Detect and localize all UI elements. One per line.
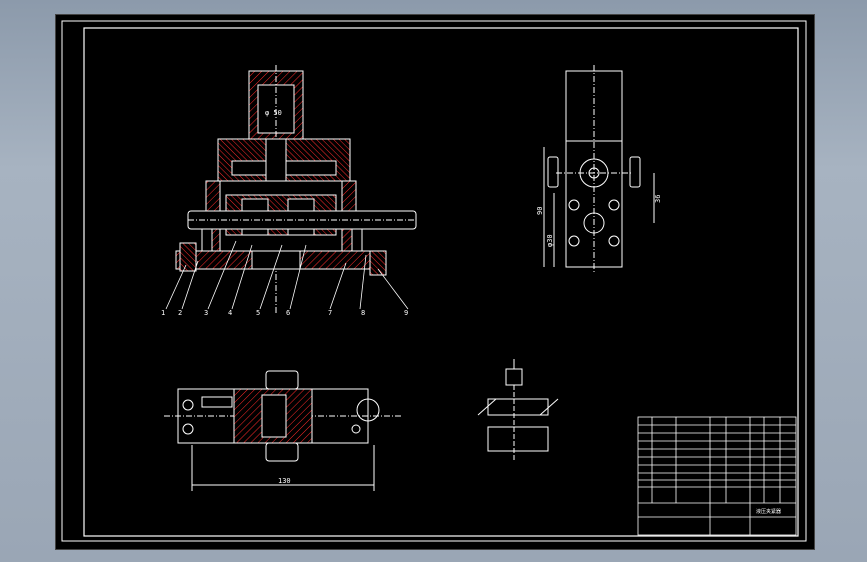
- part-label-group: 1 2 3 4 5 6 7 8 9: [161, 309, 408, 317]
- top-view: [164, 370, 402, 491]
- dimension-phi30: φ30: [546, 234, 554, 247]
- dimension-36: 36: [654, 195, 662, 203]
- bore-dimension: φ 50: [265, 109, 282, 117]
- dimension-130: 130: [278, 477, 291, 485]
- part-label: 2: [178, 309, 182, 317]
- side-view: [543, 65, 655, 273]
- part-label: 7: [328, 309, 332, 317]
- part-label: 4: [228, 309, 232, 317]
- part-label: 3: [204, 309, 208, 317]
- part-label: 9: [404, 309, 408, 317]
- title-block: [637, 416, 797, 536]
- dimension-90: 90: [536, 207, 544, 215]
- front-section-view: [165, 65, 417, 315]
- part-label: 5: [256, 309, 260, 317]
- part-label: 1: [161, 309, 165, 317]
- hydraulic-symbol: [477, 359, 559, 461]
- title-block-name: 液压夹紧器: [756, 508, 781, 515]
- part-label: 8: [361, 309, 365, 317]
- drawing-sheet: 1 2 3 4 5 6 7 8 9 φ 50 90 φ30 36 130 液压夹…: [55, 14, 815, 550]
- outer-frame: [61, 20, 807, 542]
- part-label: 6: [286, 309, 290, 317]
- cad-drawing: 1 2 3 4 5 6 7 8 9 φ 50 90 φ30 36 130 液压夹…: [61, 20, 807, 542]
